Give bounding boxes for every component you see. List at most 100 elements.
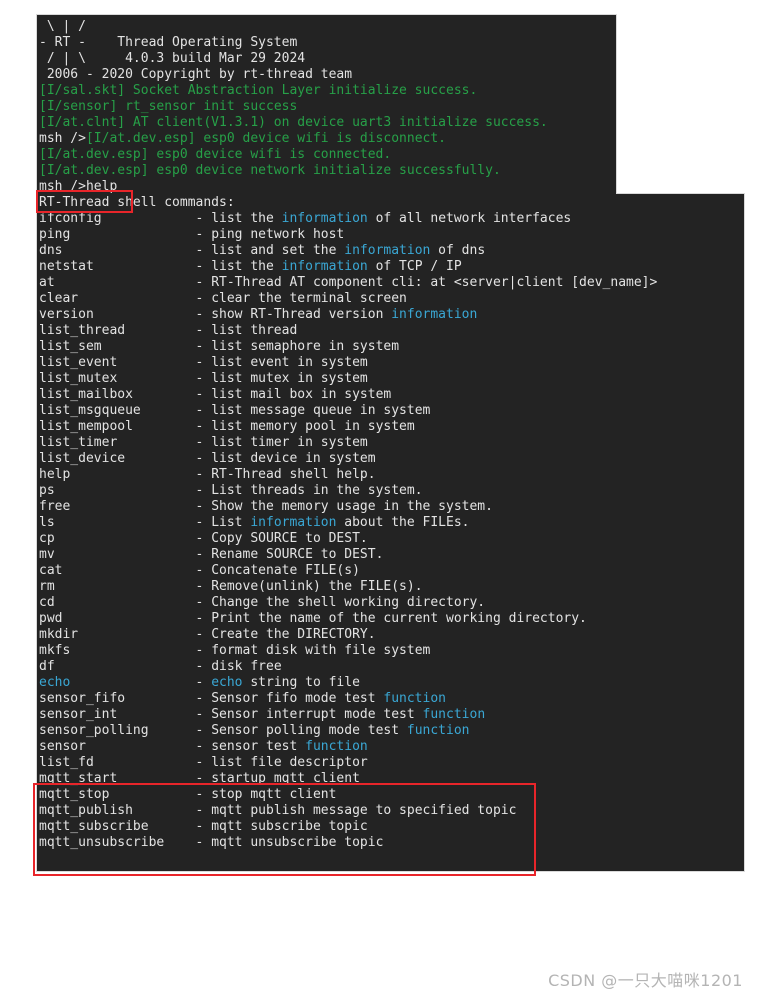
command-row: mkdir - Create the DIRECTORY. [39,627,745,643]
log-tag: [I/sal.skt] [39,83,126,98]
command-name: ls [39,515,55,530]
command-separator: - [54,275,212,290]
command-row: clear - clear the terminal screen [39,291,745,307]
terminal-window[interactable]: \ | / - RT - Thread Operating System / | … [36,14,745,872]
terminal-output[interactable]: \ | / - RT - Thread Operating System / | … [39,19,745,851]
command-row: free - Show the memory usage in the syst… [39,499,745,515]
command-description: mqtt subscribe topic [211,819,368,834]
command-name: list_thread [39,323,126,338]
command-name: ps [39,483,55,498]
command-name: echo [39,675,71,690]
command-description-keyword: function [305,739,368,754]
command-separator: - [70,467,212,482]
shell-prompt: msh /> [39,131,86,146]
command-description: sensor test [211,739,306,754]
command-row: df - disk free [39,659,745,675]
command-description: startup mqtt client [211,771,360,786]
command-name: sensor_fifo [39,691,126,706]
command-separator: - [125,451,212,466]
command-name: mqtt_publish [39,803,133,818]
command-row: echo - echo string to file [39,675,745,691]
command-row: cp - Copy SOURCE to DEST. [39,531,745,547]
command-separator: - [140,403,212,418]
command-separator: - [54,579,212,594]
command-name: list_fd [39,755,94,770]
command-description: clear the terminal screen [211,291,407,306]
banner-line: / | \ 4.0.3 build Mar 29 2024 [39,51,745,67]
command-name: mqtt_start [39,771,118,786]
command-description: list mutex in system [211,371,368,386]
command-separator: - [62,563,212,578]
command-description: Sensor polling mode test [211,723,407,738]
command-name: mkfs [39,643,71,658]
command-name: ifconfig [39,211,102,226]
banner-line: - RT - Thread Operating System [39,35,745,51]
command-row: ping - ping network host [39,227,745,243]
command-separator: - [117,707,212,722]
command-separator: - [54,595,212,610]
command-row: version - show RT-Thread version informa… [39,307,745,323]
command-row: ls - List information about the FILEs. [39,515,745,531]
command-description-tail: of all network interfaces [367,211,572,226]
command-description: list the [211,259,282,274]
command-name: help [39,467,71,482]
command-name: sensor_polling [39,723,149,738]
command-description: Change the shell working directory. [211,595,486,610]
command-name: pwd [39,611,63,626]
command-description: Rename SOURCE to DEST. [211,547,384,562]
command-description-keyword: information [281,211,368,226]
help-header: RT-Thread shell commands: [39,195,745,211]
log-message: esp0 device network initialize successfu… [148,163,501,178]
command-description-keyword: information [250,515,337,530]
command-separator: - [93,259,212,274]
banner-line: \ | / [39,19,745,35]
command-description: list memory pool in system [211,419,415,434]
command-name: cat [39,563,63,578]
command-name: sensor [39,739,86,754]
command-description-keyword: echo [211,675,243,690]
command-row: list_msgqueue - list message queue in sy… [39,403,745,419]
command-description: list timer in system [211,435,368,450]
command-description: Sensor interrupt mode test [211,707,423,722]
command-row: mqtt_publish - mqtt publish message to s… [39,803,745,819]
csdn-watermark: CSDN @一只大喵咪1201 [548,971,743,990]
command-separator: - [78,627,212,642]
command-row: sensor - sensor test function [39,739,745,755]
command-name: list_sem [39,339,102,354]
typed-command: help [85,179,118,194]
boot-log-line: msh />[I/at.dev.esp] esp0 device wifi is… [39,131,745,147]
command-description: List [211,515,251,530]
command-name: sensor_int [39,707,118,722]
command-name: version [39,307,94,322]
command-description: RT-Thread AT component cli: at <server|c… [211,275,658,290]
command-separator: - [54,483,212,498]
command-name: list_device [39,451,126,466]
command-row: list_sem - list semaphore in system [39,339,745,355]
banner-art: - RT - Thread Operating System [39,35,298,50]
command-description: mqtt unsubscribe topic [211,835,384,850]
log-message: AT client(V1.3.1) on device uart3 initia… [125,115,548,130]
command-separator: - [85,739,212,754]
command-row: dns - list and set the information of dn… [39,243,745,259]
command-separator: - [54,547,212,562]
command-row: mqtt_unsubscribe - mqtt unsubscribe topi… [39,835,745,851]
command-separator: - [164,835,212,850]
command-name: list_event [39,355,118,370]
command-row: cd - Change the shell working directory. [39,595,745,611]
command-separator: - [117,371,212,386]
command-row: ifconfig - list the information of all n… [39,211,745,227]
command-row: pwd - Print the name of the current work… [39,611,745,627]
command-description: list message queue in system [211,403,431,418]
command-separator: - [70,675,212,690]
command-description: list event in system [211,355,368,370]
command-row: rm - Remove(unlink) the FILE(s). [39,579,745,595]
command-row: mqtt_start - startup mqtt client [39,771,745,787]
command-separator: - [101,211,212,226]
command-row: help - RT-Thread shell help. [39,467,745,483]
command-name: free [39,499,71,514]
banner-art: \ | / [39,19,86,34]
command-name: dns [39,243,63,258]
command-separator: - [117,771,212,786]
prompt-line[interactable]: msh />help [39,179,745,195]
log-message: Socket Abstraction Layer initialize succ… [125,83,478,98]
